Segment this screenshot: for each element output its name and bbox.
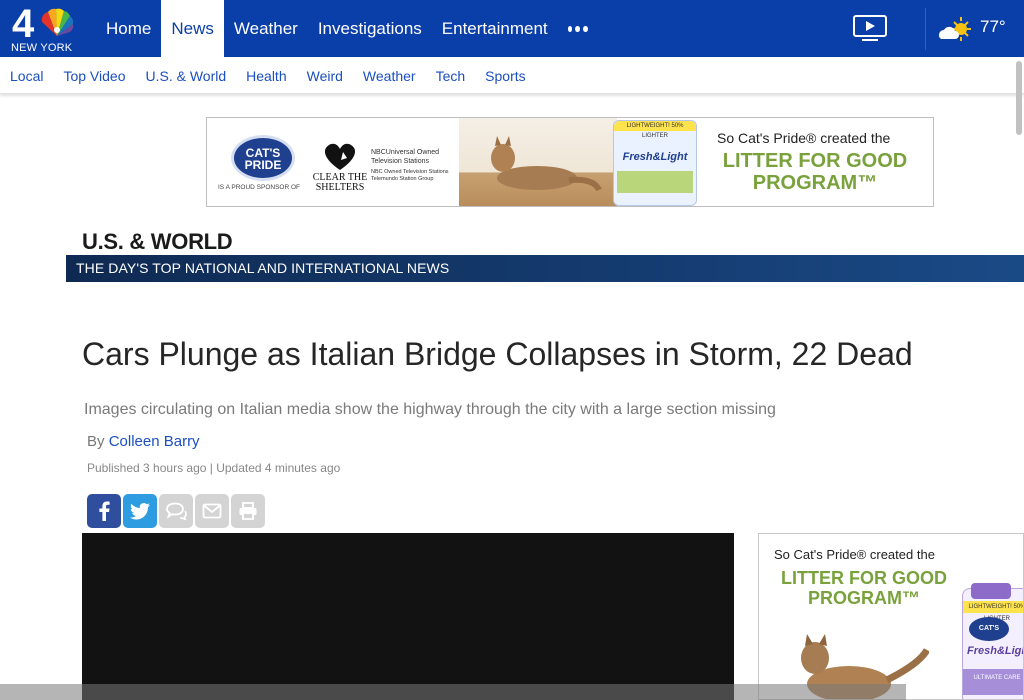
nbc-logo[interactable]: 4 NEW YORK	[8, 2, 82, 54]
product-tag: LIGHTWEIGHT! 50% LIGHTER	[614, 121, 696, 139]
top-nav-bar: 4 NEW YORK Home News Weather Investigati…	[0, 0, 1024, 57]
twitter-icon	[130, 502, 150, 519]
cats-pride-logo: CAT'S PRIDE	[231, 135, 295, 181]
ad-partner: CLEAR THE SHELTERS	[312, 172, 368, 193]
logo-number: 4	[12, 2, 35, 46]
subnav-weather[interactable]: Weather	[353, 68, 426, 84]
video-player[interactable]	[82, 533, 734, 700]
nav-investigations[interactable]: Investigations	[308, 0, 432, 57]
ad-network-title: NBCUniversal Owned Television Stations	[371, 149, 440, 165]
email-button[interactable]	[195, 494, 229, 528]
peacock-icon	[41, 8, 74, 36]
subnav-local[interactable]: Local	[0, 68, 53, 84]
article-dek: Images circulating on Italian media show…	[84, 401, 776, 418]
side-ad-product-tag: LIGHTWEIGHT! 50% LIGHTER	[963, 601, 1023, 622]
ad-sponsor-line: IS A PROUD SPONSOR OF	[218, 184, 300, 191]
side-ad-headline-b: LITTER FOR GOOD PROGRAM™	[781, 568, 947, 608]
side-ad-lid	[971, 583, 1011, 599]
facebook-share-button[interactable]	[87, 494, 121, 528]
side-ad-headline-a: So Cat's Pride® created the	[774, 547, 935, 562]
subnav-us-world[interactable]: U.S. & World	[135, 68, 236, 84]
article-headline: Cars Plunge as Italian Bridge Collapses …	[82, 336, 913, 372]
comment-icon	[166, 502, 187, 520]
sub-nav: Local Top Video U.S. & World Health Weir…	[0, 57, 536, 94]
side-ad-product: LIGHTWEIGHT! 50% LIGHTER CAT'S PRIDE Fre…	[962, 583, 1023, 699]
side-ad[interactable]: So Cat's Pride® created the LITTER FOR G…	[758, 533, 1024, 700]
nav-news[interactable]: News	[161, 0, 224, 57]
product-band	[617, 171, 693, 193]
cat-illustration	[491, 136, 602, 192]
ad-headline-a: So Cat's Pride® created the	[717, 130, 891, 146]
section-subtitle: THE DAY'S TOP NATIONAL AND INTERNATIONAL…	[76, 260, 450, 276]
ad-brand: CAT'S PRIDE	[244, 146, 282, 172]
side-ad-product-name: Fresh&Light	[967, 645, 1023, 657]
subnav-tech[interactable]: Tech	[426, 68, 476, 84]
twitter-share-button[interactable]	[123, 494, 157, 528]
nav-entertainment[interactable]: Entertainment	[432, 0, 558, 57]
logo-city: NEW YORK	[11, 42, 73, 54]
print-button[interactable]	[231, 494, 265, 528]
product-jug: LIGHTWEIGHT! 50% LIGHTER Fresh&Light	[613, 120, 697, 206]
ad-network-sub: NBC Owned Television Stations Telemundo …	[371, 169, 449, 182]
temperature[interactable]: 77°	[980, 17, 1006, 37]
print-icon	[239, 502, 257, 520]
section-title: U.S. & WORLD	[82, 229, 233, 254]
subnav-sports[interactable]: Sports	[475, 68, 535, 84]
share-bar	[87, 494, 265, 528]
comment-button[interactable]	[159, 494, 193, 528]
ad-banner[interactable]: CAT'S PRIDE IS A PROUD SPONSOR OF CLEAR …	[206, 117, 934, 207]
article-byline: By Colleen Barry	[87, 433, 200, 450]
nav-divider	[925, 8, 926, 50]
ad-network: NBCUniversal Owned Television Stations N…	[371, 148, 471, 183]
nav-weather[interactable]: Weather	[224, 0, 308, 57]
byline-prefix: By	[87, 433, 105, 450]
main-nav: Home News Weather Investigations Enterta…	[96, 0, 598, 57]
article-timestamp: Published 3 hours ago | Updated 4 minute…	[87, 461, 341, 475]
subnav-weird[interactable]: Weird	[297, 68, 353, 84]
product-name: Fresh&Light	[622, 151, 688, 163]
video-play-icon[interactable]	[852, 14, 888, 42]
sub-nav-bar: Local Top Video U.S. & World Health Weir…	[0, 57, 1024, 135]
subnav-health[interactable]: Health	[236, 68, 296, 84]
cat-image	[459, 118, 617, 206]
email-icon	[202, 503, 222, 519]
page-scrollbar[interactable]	[1016, 61, 1022, 135]
section-banner: THE DAY'S TOP NATIONAL AND INTERNATIONAL…	[66, 255, 1024, 282]
more-dots-icon[interactable]	[558, 0, 598, 57]
nav-home[interactable]: Home	[96, 0, 161, 57]
side-ad-band: ULTIMATE CARE	[963, 669, 1023, 695]
side-ad-brand: CAT'S PRIDE	[969, 617, 1009, 656]
subnav-top-video[interactable]: Top Video	[53, 68, 135, 84]
horizontal-scrollbar[interactable]	[0, 684, 906, 700]
ad-headline-b: LITTER FOR GOOD PROGRAM™	[722, 150, 908, 194]
author-link[interactable]: Colleen Barry	[109, 433, 200, 450]
partly-sunny-icon[interactable]	[937, 15, 973, 43]
facebook-icon	[99, 501, 110, 521]
